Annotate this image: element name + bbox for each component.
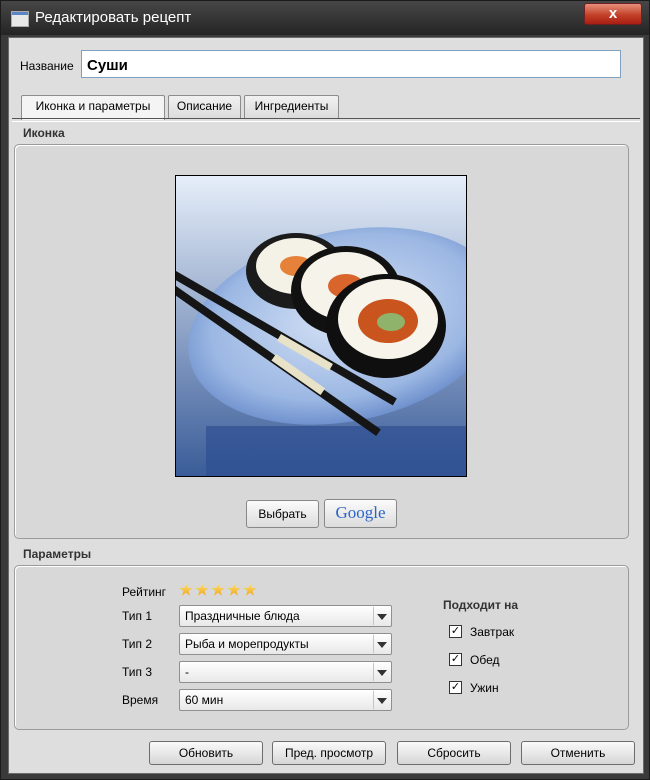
lunch-checkbox[interactable]: ✓	[449, 653, 462, 666]
update-button[interactable]: Обновить	[149, 741, 263, 765]
chevron-down-icon[interactable]	[373, 691, 389, 709]
tab-divider	[12, 118, 640, 122]
type2-value: Рыба и морепродукты	[185, 637, 309, 651]
google-search-button[interactable]: Google	[324, 499, 397, 528]
dinner-label: Ужин	[470, 681, 499, 695]
time-value: 60 мин	[185, 693, 224, 707]
params-section-title: Параметры	[23, 547, 92, 561]
recipe-image	[175, 175, 467, 477]
name-input[interactable]: Суши	[81, 50, 621, 78]
time-select[interactable]: 60 мин	[179, 689, 392, 711]
breakfast-label: Завтрак	[470, 625, 515, 639]
tab-description[interactable]: Описание	[168, 95, 241, 118]
type2-select[interactable]: Рыба и морепродукты	[179, 633, 392, 655]
rating-stars[interactable]	[179, 583, 259, 600]
close-button[interactable]: x	[584, 3, 642, 25]
chevron-down-icon[interactable]	[373, 635, 389, 653]
name-label: Название	[20, 59, 74, 73]
star-icon[interactable]	[227, 583, 241, 596]
star-icon[interactable]	[179, 583, 193, 596]
tab-icon-params[interactable]: Иконка и параметры	[21, 95, 165, 120]
preview-button[interactable]: Пред. просмотр	[272, 741, 386, 765]
tab-ingredients[interactable]: Ингредиенты	[244, 95, 339, 118]
chevron-down-icon[interactable]	[373, 663, 389, 681]
type3-value: -	[185, 665, 189, 679]
dinner-checkbox[interactable]: ✓	[449, 681, 462, 694]
star-icon[interactable]	[211, 583, 225, 596]
icon-section-title: Иконка	[23, 126, 65, 140]
window-title: Редактировать рецепт	[35, 9, 192, 26]
dialog-content: Название Суши Иконка и параметры Описани…	[8, 37, 644, 774]
sushi-image	[176, 176, 466, 476]
chevron-down-icon[interactable]	[373, 607, 389, 625]
time-label: Время	[122, 693, 159, 707]
choose-image-button[interactable]: Выбрать	[246, 500, 319, 528]
suits-for-title: Подходит на	[443, 598, 519, 612]
title-bar[interactable]: Редактировать рецепт x	[1, 1, 649, 35]
cancel-button[interactable]: Отменить	[521, 741, 635, 765]
window-icon	[11, 11, 29, 27]
lunch-label: Обед	[470, 653, 500, 667]
type3-select[interactable]: -	[179, 661, 392, 683]
type1-select[interactable]: Праздничные блюда	[179, 605, 392, 627]
type1-label: Тип 1	[122, 609, 153, 623]
type3-label: Тип 3	[122, 665, 153, 679]
type2-label: Тип 2	[122, 637, 153, 651]
star-icon[interactable]	[243, 583, 257, 596]
recipe-edit-window: Редактировать рецепт x Название Суши Ико…	[0, 0, 650, 780]
breakfast-checkbox[interactable]: ✓	[449, 625, 462, 638]
type1-value: Праздничные блюда	[185, 609, 300, 623]
reset-button[interactable]: Сбросить	[397, 741, 511, 765]
star-icon[interactable]	[195, 583, 209, 596]
rating-label: Рейтинг	[122, 585, 167, 599]
